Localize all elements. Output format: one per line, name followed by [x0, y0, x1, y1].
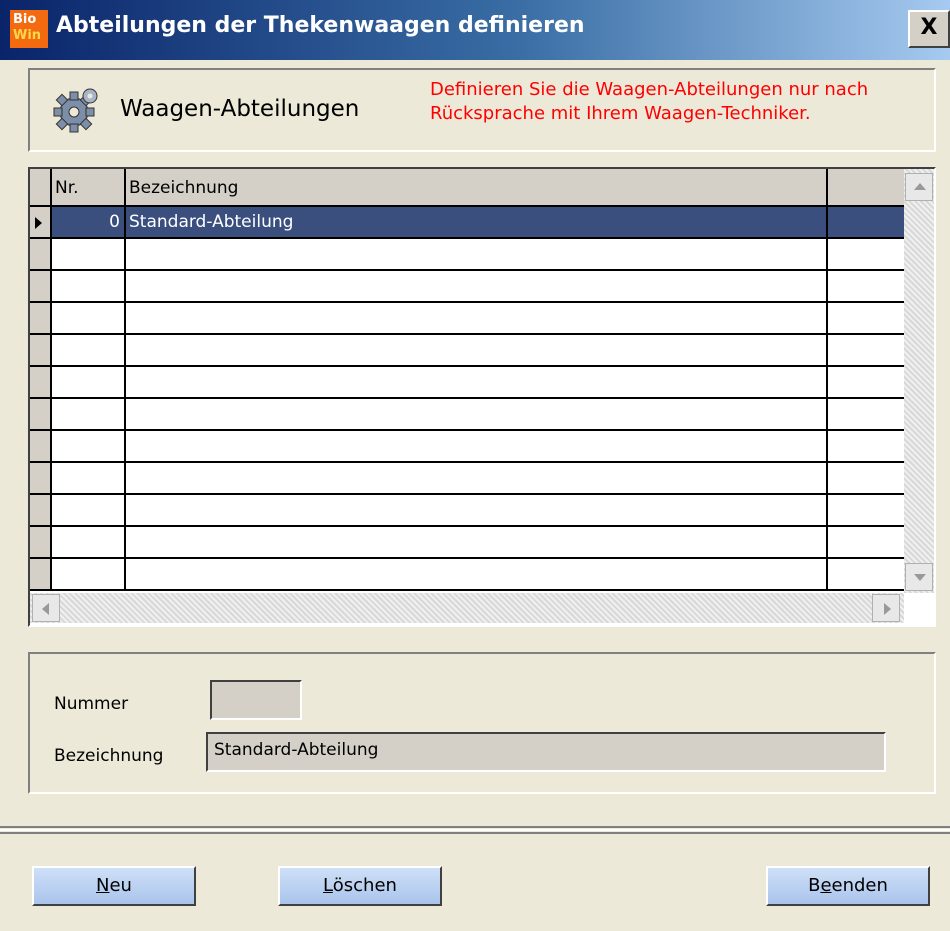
scroll-down-button[interactable]: [905, 563, 933, 591]
detail-panel: Nummer Bezeichnung Standard-Abteilung: [28, 652, 936, 794]
cell-nr[interactable]: [52, 335, 126, 365]
cell-nr[interactable]: [52, 271, 126, 301]
column-header-nr[interactable]: Nr.: [52, 169, 126, 205]
delete-button[interactable]: Löschen: [278, 866, 442, 906]
cell-empty: [828, 527, 904, 557]
row-indicator[interactable]: [30, 207, 52, 237]
title-bar[interactable]: Bio Win Abteilungen der Thekenwaagen def…: [0, 0, 950, 60]
row-indicator[interactable]: [30, 559, 52, 589]
row-indicator[interactable]: [30, 431, 52, 461]
row-indicator[interactable]: [30, 495, 52, 525]
arrow-right-icon: [884, 603, 891, 615]
cell-empty: [828, 559, 904, 589]
cell-bezeichnung[interactable]: [126, 303, 828, 333]
cell-bezeichnung[interactable]: [126, 463, 828, 493]
cell-bezeichnung[interactable]: [126, 527, 828, 557]
warning-text: Definieren Sie die Waagen-Abteilungen nu…: [430, 79, 869, 124]
new-button[interactable]: Neu: [32, 866, 196, 906]
cell-bezeichnung[interactable]: [126, 367, 828, 397]
cell-empty: [828, 495, 904, 525]
cell-bezeichnung[interactable]: [126, 399, 828, 429]
scroll-left-button[interactable]: [32, 594, 60, 622]
row-indicator[interactable]: [30, 399, 52, 429]
scrollbar-corner: [904, 593, 934, 625]
gear-icon: [53, 88, 98, 133]
close-icon: X: [920, 15, 938, 40]
cell-nr[interactable]: [52, 463, 126, 493]
nummer-label: Nummer: [54, 694, 129, 714]
grid-header: Nr. Bezeichnung: [30, 169, 904, 207]
cell-empty: [828, 207, 904, 237]
window-title: Abteilungen der Thekenwaagen definieren: [56, 13, 585, 38]
vertical-scrollbar[interactable]: [904, 169, 934, 593]
cell-bezeichnung[interactable]: [126, 239, 828, 269]
cell-nr[interactable]: [52, 559, 126, 589]
table-row[interactable]: [30, 303, 904, 335]
table-row[interactable]: [30, 559, 904, 591]
table-row[interactable]: 0 Standard-Abteilung: [30, 207, 904, 239]
cell-nr[interactable]: [52, 431, 126, 461]
table-row[interactable]: [30, 335, 904, 367]
arrow-up-icon: [914, 183, 926, 190]
app-icon: Bio Win: [10, 10, 48, 48]
table-row[interactable]: [30, 399, 904, 431]
horizontal-scrollbar[interactable]: [30, 593, 904, 623]
cell-bezeichnung[interactable]: [126, 559, 828, 589]
row-indicator[interactable]: [30, 239, 52, 269]
header-panel: Waagen-Abteilungen Definieren Sie die Wa…: [28, 68, 936, 152]
cell-empty: [828, 335, 904, 365]
table-row[interactable]: [30, 431, 904, 463]
close-dialog-button[interactable]: Beenden: [766, 866, 930, 906]
departments-grid[interactable]: Nr. Bezeichnung 0 Standard-Abteilung: [28, 167, 936, 627]
arrow-down-icon: [914, 574, 926, 581]
dialog-window: Bio Win Abteilungen der Thekenwaagen def…: [0, 0, 950, 931]
cell-nr[interactable]: [52, 367, 126, 397]
cell-empty: [828, 271, 904, 301]
arrow-left-icon: [42, 603, 49, 615]
cell-nr[interactable]: [52, 527, 126, 557]
row-indicator[interactable]: [30, 463, 52, 493]
cell-bezeichnung[interactable]: [126, 495, 828, 525]
close-button[interactable]: X: [908, 10, 950, 48]
cell-empty: [828, 463, 904, 493]
cell-empty: [828, 431, 904, 461]
row-indicator[interactable]: [30, 335, 52, 365]
table-row[interactable]: [30, 367, 904, 399]
table-row[interactable]: [30, 239, 904, 271]
cell-nr[interactable]: [52, 495, 126, 525]
cell-nr[interactable]: [52, 303, 126, 333]
table-row[interactable]: [30, 495, 904, 527]
bezeichnung-label: Bezeichnung: [54, 746, 164, 766]
cell-bezeichnung[interactable]: Standard-Abteilung: [126, 207, 828, 237]
row-indicator[interactable]: [30, 527, 52, 557]
cell-bezeichnung[interactable]: [126, 335, 828, 365]
scroll-right-button[interactable]: [872, 594, 900, 622]
row-pointer-icon: [35, 217, 42, 229]
nummer-field[interactable]: [210, 680, 302, 720]
cell-nr[interactable]: [52, 239, 126, 269]
table-row[interactable]: [30, 271, 904, 303]
table-row[interactable]: [30, 527, 904, 559]
cell-empty: [828, 239, 904, 269]
bezeichnung-field[interactable]: Standard-Abteilung: [206, 732, 886, 772]
column-header-bezeichnung[interactable]: Bezeichnung: [126, 169, 828, 205]
row-indicator[interactable]: [30, 367, 52, 397]
row-indicator[interactable]: [30, 303, 52, 333]
table-row[interactable]: [30, 463, 904, 495]
cell-bezeichnung[interactable]: [126, 431, 828, 461]
separator: [0, 826, 950, 834]
section-title: Waagen-Abteilungen: [120, 96, 360, 122]
scroll-up-button[interactable]: [905, 173, 933, 201]
cell-bezeichnung[interactable]: [126, 271, 828, 301]
cell-empty: [828, 303, 904, 333]
row-indicator[interactable]: [30, 271, 52, 301]
cell-empty: [828, 399, 904, 429]
cell-nr[interactable]: 0: [52, 207, 126, 237]
cell-nr[interactable]: [52, 399, 126, 429]
column-header-empty: [828, 169, 904, 205]
cell-empty: [828, 367, 904, 397]
row-indicator-header: [30, 169, 52, 205]
